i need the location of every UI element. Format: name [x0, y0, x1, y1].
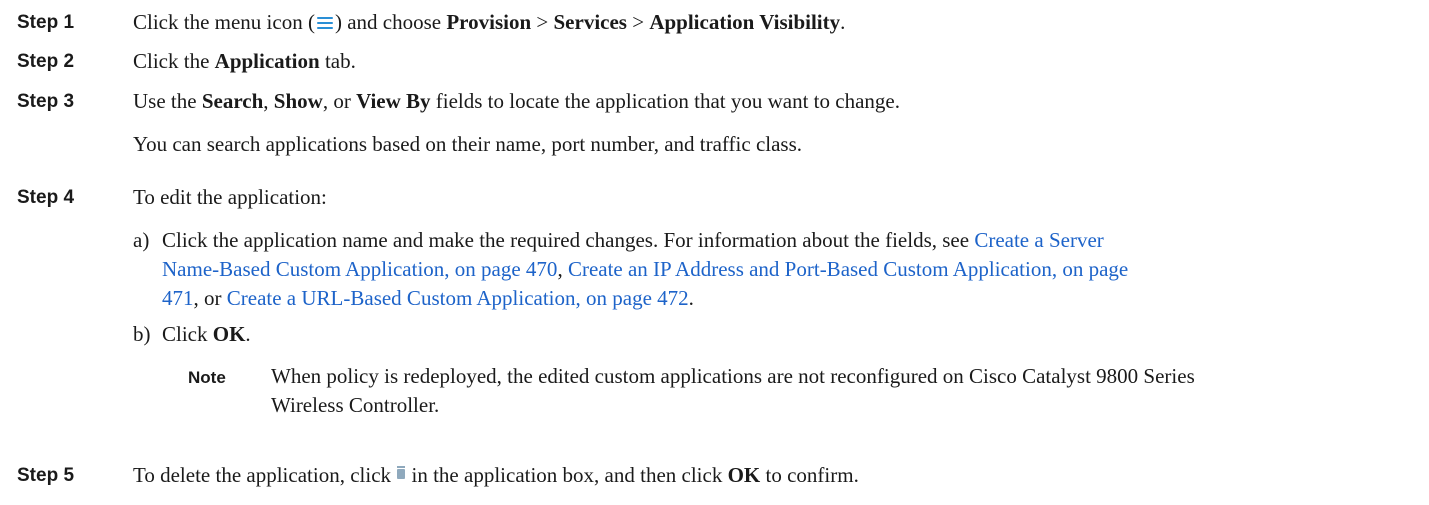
link-create-ip-port-app-cont[interactable]: 471 — [162, 286, 194, 310]
step-3-paragraph: You can search applications based on the… — [133, 132, 803, 156]
step-5-text: To delete the application, click in the … — [133, 463, 859, 487]
step-1-label: Step 1 — [17, 12, 75, 33]
link-create-server-name-app[interactable]: Create a Server — [974, 228, 1103, 252]
link-create-url-app[interactable]: Create a URL-Based Custom Application, o… — [227, 286, 689, 310]
note-line-2: Wireless Controller. — [271, 393, 440, 417]
substep-b-text: Click OK. — [162, 322, 251, 346]
step-5-label: Step 5 — [17, 465, 75, 486]
step-3-text: Use the Search, Show, or View By fields … — [133, 89, 900, 113]
substep-b-marker: b) — [133, 322, 151, 346]
step-3-label: Step 3 — [17, 91, 75, 112]
step-2-label: Step 2 — [17, 51, 75, 72]
note-label: Note — [188, 368, 226, 387]
step-1-text: Click the menu icon () and choose Provis… — [133, 10, 846, 34]
link-create-ip-port-app[interactable]: Create an IP Address and Port-Based Cust… — [568, 257, 1128, 281]
menu-icon — [315, 15, 335, 31]
note-line-1: When policy is redeployed, the edited cu… — [271, 364, 1195, 388]
trash-icon — [396, 466, 406, 479]
substep-a-line-2: Name-Based Custom Application, on page 4… — [162, 257, 1129, 281]
substep-a-line-3: 471, or Create a URL-Based Custom Applic… — [162, 286, 694, 310]
step-4-intro: To edit the application: — [133, 185, 327, 209]
substep-a-marker: a) — [133, 228, 150, 252]
step-2-text: Click the Application tab. — [133, 49, 356, 73]
link-create-server-name-app-cont[interactable]: Name-Based Custom Application, on page 4… — [162, 257, 557, 281]
step-4-label: Step 4 — [17, 187, 75, 208]
substep-a-line-1: Click the application name and make the … — [162, 228, 1104, 252]
